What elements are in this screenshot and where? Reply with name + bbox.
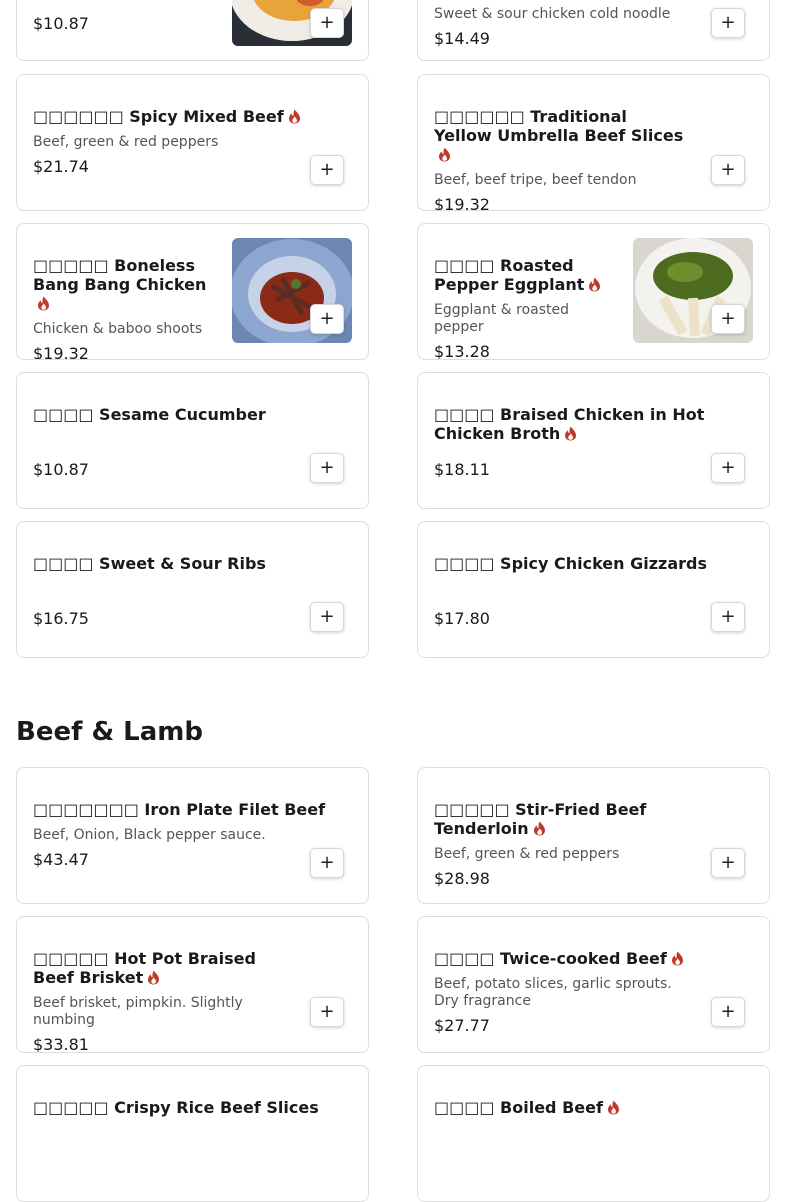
item-description: Sweet & sour chicken cold noodle [434,6,671,22]
menu-item-card[interactable]: Sweet & sour chicken cold noodle $14.49 … [417,0,770,61]
item-description: Chicken & baboo shoots [33,321,203,337]
item-price: $10.87 [33,14,89,33]
flame-icon [37,296,50,311]
item-price: $17.80 [434,609,490,628]
menu-item-card[interactable]: □□□□□ Hot Pot Braised Beef Brisket Beef … [16,916,369,1053]
add-to-cart-button[interactable]: + [310,997,344,1027]
menu-item-card[interactable]: □□□□ Roasted Pepper Eggplant Eggplant & … [417,223,770,360]
flame-icon [671,951,684,966]
item-price: $21.74 [33,157,89,176]
item-price: $19.32 [434,195,490,211]
flame-icon [588,277,601,292]
item-description: Beef, potato slices, garlic sprouts. Dry… [434,976,672,1009]
menu-item-card[interactable]: □□□□ Spicy Chicken Gizzards $17.80 + [417,521,770,658]
item-price: $18.11 [434,460,490,479]
flame-icon [564,426,577,441]
item-name: □□□□ Sweet & Sour Ribs [33,554,266,573]
item-description: Eggplant & roasted pepper [434,302,570,335]
menu-item-card[interactable]: □□□□□□□ Iron Plate Filet Beef Beef, Onio… [16,767,369,904]
add-to-cart-button[interactable]: + [310,602,344,632]
menu-item-card[interactable]: □□□□ Twice-cooked Beef Beef, potato slic… [417,916,770,1053]
item-name: □□□□□ Boneless Bang Bang Chicken [33,256,218,313]
item-name: □□□□ Roasted Pepper Eggplant [434,256,619,294]
flame-icon [438,147,451,162]
menu-item-card[interactable]: □□□□□ Stir-Fried Beef Tenderloin Beef, g… [417,767,770,904]
add-to-cart-button[interactable]: + [711,997,745,1027]
add-to-cart-button[interactable]: + [310,155,344,185]
item-name: □□□□ Braised Chicken in Hot Chicken Brot… [434,405,705,443]
item-price: $27.77 [434,1016,490,1035]
add-to-cart-button[interactable]: + [711,848,745,878]
item-name: □□□□□ Hot Pot Braised Beef Brisket [33,949,256,987]
item-name: □□□□ Twice-cooked Beef [434,949,684,968]
item-description: Beef, green & red peppers [33,134,219,150]
add-to-cart-button[interactable]: + [310,848,344,878]
menu-item-card[interactable]: □□□□□□ Traditional Yellow Umbrella Beef … [417,74,770,211]
section-title: Beef & Lamb [16,717,203,747]
flame-icon [288,109,301,124]
add-to-cart-button[interactable]: + [711,8,745,38]
item-name: □□□□□ Stir-Fried Beef Tenderloin [434,800,647,838]
flame-icon [533,821,546,836]
item-name: □□□□□□ Traditional Yellow Umbrella Beef … [434,107,689,164]
item-price: $19.32 [33,344,89,360]
item-price: $33.81 [33,1035,89,1053]
add-to-cart-button[interactable]: + [711,602,745,632]
menu-item-card[interactable]: □□□□□□ Spicy Mixed Beef Beef, green & re… [16,74,369,211]
menu-item-card[interactable]: □□□□□ Boneless Bang Bang Chicken Chicken… [16,223,369,360]
add-to-cart-button[interactable]: + [310,8,344,38]
flame-icon [147,970,160,985]
item-description: Beef, beef tripe, beef tendon [434,172,637,188]
item-name: □□□□□□ Spicy Mixed Beef [33,107,352,126]
item-price: $14.49 [434,29,490,48]
item-name: □□□□ Sesame Cucumber [33,405,266,424]
item-price: $13.28 [434,342,490,360]
add-to-cart-button[interactable]: + [711,453,745,483]
menu-item-card[interactable]: □□□□□ Crispy Rice Beef Slices [16,1065,369,1202]
menu-item-card[interactable]: $10.87 + [16,0,369,61]
item-price: $10.87 [33,460,89,479]
add-to-cart-button[interactable]: + [711,304,745,334]
menu-item-card[interactable]: □□□□ Braised Chicken in Hot Chicken Brot… [417,372,770,509]
item-name: □□□□□□□ Iron Plate Filet Beef [33,800,326,819]
item-description: Beef, green & red peppers [434,846,620,862]
menu-item-card[interactable]: □□□□ Sesame Cucumber $10.87 + [16,372,369,509]
item-description: Beef, Onion, Black pepper sauce. [33,827,266,843]
add-to-cart-button[interactable]: + [310,453,344,483]
item-price: $16.75 [33,609,89,628]
menu-item-card[interactable]: □□□□ Boiled Beef [417,1065,770,1202]
item-description: Beef brisket, pimpkin. Slightly numbing [33,995,243,1028]
add-to-cart-button[interactable]: + [310,304,344,334]
add-to-cart-button[interactable]: + [711,155,745,185]
menu-item-card[interactable]: □□□□ Sweet & Sour Ribs $16.75 + [16,521,369,658]
item-name: □□□□ Boiled Beef [434,1098,753,1117]
item-name: □□□□□ Crispy Rice Beef Slices [33,1098,319,1117]
flame-icon [607,1100,620,1115]
item-name: □□□□ Spicy Chicken Gizzards [434,554,708,573]
item-price: $43.47 [33,850,89,869]
item-price: $28.98 [434,869,490,888]
